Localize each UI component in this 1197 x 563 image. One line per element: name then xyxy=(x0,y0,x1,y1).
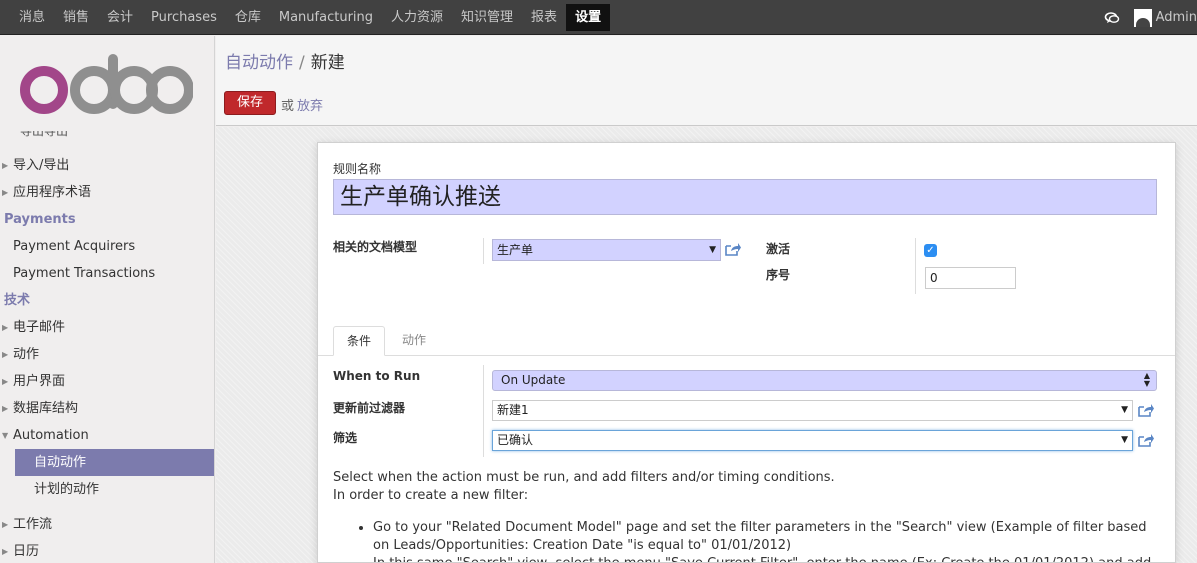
sidebar-nav: ▶ 导入/导出 ▶ 应用程序术语 Payments Payment Acquirer… xyxy=(0,152,214,563)
top-right-area: Admin xyxy=(1104,0,1197,35)
breadcrumb-separator: / xyxy=(299,53,305,73)
filter-label: 筛选 xyxy=(333,431,358,445)
dropdown-arrow-icon: ▼ xyxy=(1121,435,1128,445)
discard-link[interactable]: 放弃 xyxy=(297,95,323,114)
sidebar-item-scheduled-actions[interactable]: 计划的动作 xyxy=(0,476,214,503)
sidebar-item-payment-transactions[interactable]: Payment Transactions xyxy=(0,260,214,287)
sidebar-item-automated-actions[interactable]: 自动动作 xyxy=(15,449,214,476)
breadcrumb: 自动动作 / 新建 xyxy=(225,48,345,73)
caret-right-icon: ▶ xyxy=(2,161,9,170)
pre-filter-label: 更新前过滤器 xyxy=(333,401,406,415)
caret-right-icon: ▶ xyxy=(2,350,9,359)
sidebar-section-payments: Payments xyxy=(4,212,76,227)
top-menu: 消息 销售 会计 Purchases 仓库 Manufacturing 人力资源… xyxy=(10,0,611,35)
menu-warehouse[interactable]: 仓库 xyxy=(226,4,270,31)
sidebar-item-automation[interactable]: ▼ Automation xyxy=(0,422,214,449)
menu-reporting[interactable]: 报表 xyxy=(522,4,566,31)
active-label: 激活 xyxy=(766,242,791,256)
or-text: 或 xyxy=(281,99,295,114)
user-name[interactable]: Admin xyxy=(1156,10,1197,25)
field-divider xyxy=(483,365,484,457)
breadcrumb-parent-link[interactable]: 自动动作 xyxy=(225,53,293,73)
caret-down-icon: ▼ xyxy=(2,431,9,440)
sidebar-item-user-interface[interactable]: ▶ 用户界面 xyxy=(0,368,214,395)
active-checkbox[interactable]: ✓ xyxy=(924,244,937,257)
sequence-input[interactable]: 0 xyxy=(925,267,1016,289)
sidebar-section-technical: 技术 xyxy=(4,293,31,308)
field-divider xyxy=(483,238,484,264)
sidebar: 导出导出 ▶ 导入/导出 ▶ 应用程序术语 Payments Payment Acq… xyxy=(0,36,215,563)
external-link-icon[interactable] xyxy=(724,242,741,256)
help-list-item: Go to your "Related Document Model" page… xyxy=(373,519,1163,555)
breadcrumb-current: 新建 xyxy=(310,53,345,73)
sidebar-clipped-item: 导出导出 xyxy=(20,131,69,138)
select-updown-icon: ▲ ▼ xyxy=(1143,371,1150,388)
tab-actions[interactable]: 动作 xyxy=(390,326,438,356)
sidebar-item-app-terms[interactable]: ▶ 应用程序术语 xyxy=(0,179,214,206)
model-select[interactable]: 生产单 ▼ xyxy=(492,239,721,261)
rule-name-input[interactable]: 生产单确认推送 xyxy=(333,179,1157,215)
save-button[interactable]: 保存 xyxy=(224,91,276,115)
form-tabs: 条件 动作 xyxy=(318,326,1175,356)
view-header: 自动动作 / 新建 保存 或 放弃 xyxy=(216,36,1197,126)
menu-settings[interactable]: 设置 xyxy=(566,4,611,31)
menu-purchases[interactable]: Purchases xyxy=(142,4,226,31)
caret-right-icon: ▶ xyxy=(2,188,9,197)
menu-knowledge[interactable]: 知识管理 xyxy=(452,4,522,31)
rule-name-label: 规则名称 xyxy=(333,162,382,176)
caret-right-icon: ▶ xyxy=(2,547,9,556)
field-divider xyxy=(915,238,916,294)
sidebar-item-actions[interactable]: ▶ 动作 xyxy=(0,341,214,368)
dropdown-arrow-icon: ▼ xyxy=(709,245,716,255)
menu-manufacturing[interactable]: Manufacturing xyxy=(270,4,382,31)
sidebar-item-payment-acquirers[interactable]: Payment Acquirers xyxy=(0,233,214,260)
pre-filter-select[interactable]: 新建1 ▼ xyxy=(492,400,1133,421)
filter-select[interactable]: 已确认 ▼ xyxy=(492,430,1133,451)
form-sheet: 规则名称 生产单确认推送 相关的文档模型 生产单 ▼ 激活 ✓ 序号 0 条件 … xyxy=(317,142,1176,563)
sidebar-item-workflows[interactable]: ▶ 工作流 xyxy=(0,511,214,538)
top-navbar: 消息 销售 会计 Purchases 仓库 Manufacturing 人力资源… xyxy=(0,0,1197,35)
menu-sales[interactable]: 销售 xyxy=(54,4,98,31)
help-list: Go to your "Related Document Model" page… xyxy=(333,519,1163,562)
when-to-run-label: When to Run xyxy=(333,369,421,383)
sidebar-item-calendar[interactable]: ▶ 日历 xyxy=(0,538,214,563)
menu-hr[interactable]: 人力资源 xyxy=(382,4,452,31)
external-link-icon[interactable] xyxy=(1137,403,1154,417)
dropdown-arrow-icon: ▼ xyxy=(1121,405,1128,415)
help-line: Select when the action must be run, and … xyxy=(333,470,835,485)
menu-accounting[interactable]: 会计 xyxy=(98,4,142,31)
caret-right-icon: ▶ xyxy=(2,323,9,332)
menu-messages[interactable]: 消息 xyxy=(10,4,54,31)
help-line: In order to create a new filter: xyxy=(333,488,529,503)
caret-right-icon: ▶ xyxy=(2,377,9,386)
when-to-run-select[interactable]: On Update ▲ ▼ xyxy=(492,370,1157,391)
sidebar-item-import-export[interactable]: ▶ 导入/导出 xyxy=(0,152,214,179)
sequence-label: 序号 xyxy=(766,268,791,282)
user-avatar[interactable] xyxy=(1133,8,1152,27)
caret-right-icon: ▶ xyxy=(2,520,9,529)
sidebar-item-database-structure[interactable]: ▶ 数据库结构 xyxy=(0,395,214,422)
odoo-logo[interactable] xyxy=(18,54,193,118)
tab-conditions[interactable]: 条件 xyxy=(333,326,385,356)
help-list-item: In this same "Search" view, select the m… xyxy=(373,555,1163,562)
help-text: Select when the action must be run, and … xyxy=(333,469,1163,562)
external-link-icon[interactable] xyxy=(1137,433,1154,447)
model-label: 相关的文档模型 xyxy=(333,240,418,254)
sidebar-item-email[interactable]: ▶ 电子邮件 xyxy=(0,314,214,341)
chat-icon[interactable] xyxy=(1104,10,1120,26)
caret-right-icon: ▶ xyxy=(2,404,9,413)
